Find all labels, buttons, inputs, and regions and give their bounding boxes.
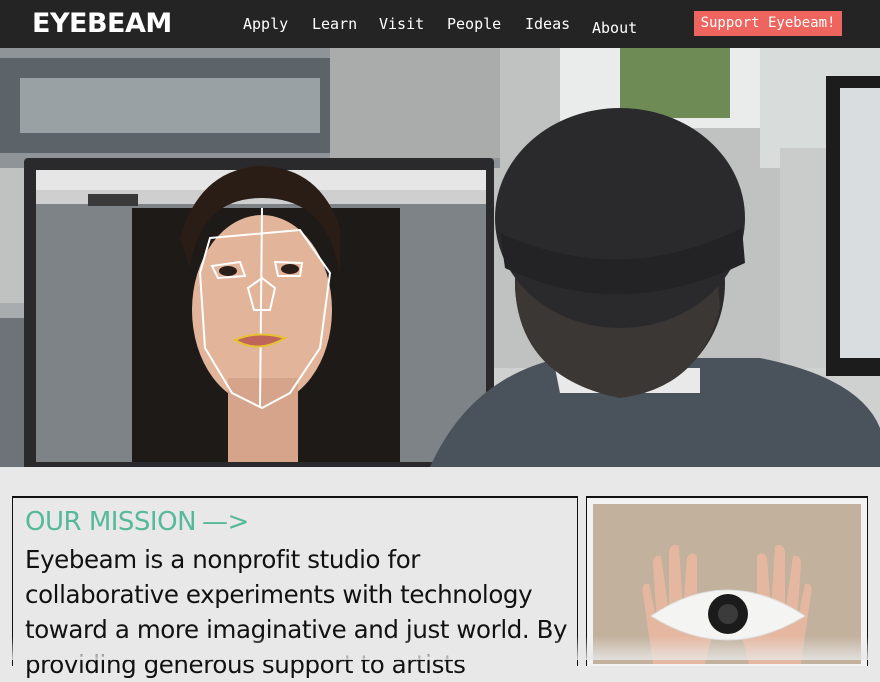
page-fade-overlay [0, 636, 880, 660]
support-eyebeam-button[interactable]: Support Eyebeam! [694, 11, 842, 36]
mission-heading[interactable]: OUR MISSION [25, 507, 197, 537]
mission-statement: Eyebeam is a nonprofit studio for collab… [25, 545, 568, 679]
nav-link-ideas[interactable]: Ideas [525, 14, 570, 34]
site-header: EYEBEAM Apply Learn Visit People Ideas A… [0, 0, 880, 48]
hero-photo-illustration [0, 48, 880, 467]
nav-link-visit[interactable]: Visit [379, 14, 424, 34]
eyebeam-logo[interactable]: EYEBEAM [32, 6, 172, 42]
nav-link-apply[interactable]: Apply [243, 14, 288, 34]
nav-link-people[interactable]: People [447, 14, 501, 34]
mission-heading-link[interactable]: OUR MISSION —> [25, 506, 249, 538]
hero-image [0, 48, 880, 467]
nav-link-learn[interactable]: Learn [312, 14, 357, 34]
arrow-right-icon[interactable]: —> [202, 506, 249, 538]
nav-link-about[interactable]: About [592, 18, 637, 38]
